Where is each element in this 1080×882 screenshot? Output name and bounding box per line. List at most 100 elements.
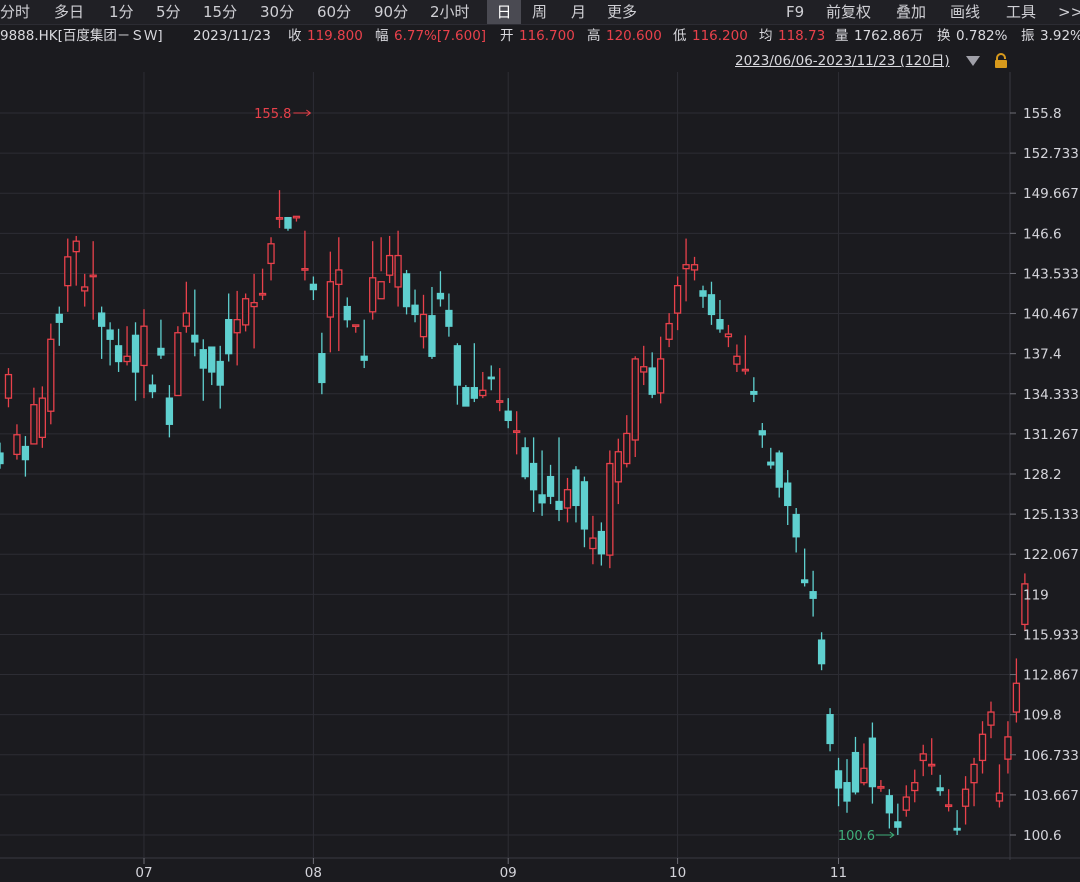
overlay-button[interactable]: 叠加 bbox=[896, 0, 932, 24]
candle bbox=[335, 237, 343, 352]
candle-body bbox=[369, 277, 377, 313]
candle bbox=[775, 450, 783, 498]
tools-button[interactable]: 工具 bbox=[1006, 0, 1042, 24]
quote-date: 2023/11/23 bbox=[193, 28, 271, 44]
candle bbox=[978, 721, 987, 774]
y-tick-label: 134.333 bbox=[1023, 387, 1079, 403]
candle bbox=[546, 464, 555, 505]
candle bbox=[724, 324, 733, 348]
period-tab-90min[interactable]: 90分 bbox=[374, 0, 416, 24]
y-tick-label: 152.733 bbox=[1023, 146, 1079, 162]
candle bbox=[208, 346, 216, 386]
candle bbox=[750, 377, 758, 403]
low-annotation-label: 100.6 bbox=[838, 829, 875, 844]
period-tab-day[interactable]: 日 bbox=[487, 0, 521, 24]
f9-button[interactable]: F9 bbox=[786, 0, 810, 24]
candle-body bbox=[1004, 736, 1012, 760]
candle-body bbox=[640, 366, 648, 373]
candle bbox=[953, 810, 961, 835]
volume-label: 量 bbox=[835, 28, 849, 44]
candle bbox=[131, 322, 140, 401]
adjust-button[interactable]: 前复权 bbox=[826, 0, 880, 24]
period-tab-more[interactable]: 更多 bbox=[607, 0, 647, 24]
candle bbox=[589, 515, 597, 565]
high-label: 高 bbox=[587, 28, 601, 44]
candle bbox=[326, 251, 334, 353]
candlestick-chart[interactable]: 155.8 152.733 149.667 146.6 143.533 140.467 13… bbox=[0, 72, 1080, 882]
candle-body bbox=[402, 273, 411, 308]
candle-body bbox=[174, 332, 182, 397]
candle-body bbox=[589, 537, 597, 550]
candle bbox=[496, 368, 504, 412]
period-tab-week[interactable]: 周 bbox=[532, 0, 554, 24]
close-label: 收 bbox=[288, 28, 302, 44]
y-tick-label: 115.933 bbox=[1023, 627, 1079, 643]
period-tab-5min[interactable]: 5分 bbox=[156, 0, 188, 24]
candle-body bbox=[784, 482, 792, 507]
candle bbox=[623, 415, 631, 468]
candle bbox=[4, 368, 13, 408]
candle bbox=[597, 522, 606, 566]
candle-body bbox=[648, 367, 656, 395]
candle-body bbox=[919, 753, 927, 762]
period-tab-30min[interactable]: 30分 bbox=[260, 0, 302, 24]
candle-body bbox=[563, 489, 572, 509]
candle-body bbox=[817, 639, 826, 665]
candle-body bbox=[961, 788, 970, 807]
dropdown-triangle-icon[interactable] bbox=[966, 56, 980, 66]
period-tab-15min[interactable]: 15分 bbox=[203, 0, 245, 24]
candle-body bbox=[47, 338, 55, 412]
y-tick-label: 109.8 bbox=[1023, 708, 1062, 724]
candle-body bbox=[21, 445, 30, 461]
candle bbox=[580, 476, 589, 548]
candle-body bbox=[165, 397, 174, 425]
period-tab-2hour[interactable]: 2小时 bbox=[430, 0, 480, 24]
volume-value: 1762.86万 bbox=[854, 28, 924, 44]
candle-body bbox=[699, 290, 707, 297]
high-value: 120.600 bbox=[606, 28, 662, 44]
candle bbox=[225, 293, 233, 362]
candle-body bbox=[250, 302, 258, 308]
candle bbox=[970, 757, 978, 807]
candle-body bbox=[767, 461, 775, 466]
high-annotation-label: 155.8 bbox=[254, 107, 291, 122]
candle bbox=[123, 326, 131, 366]
candle bbox=[89, 241, 97, 320]
period-tab-multiday[interactable]: 多日 bbox=[54, 0, 94, 24]
candle bbox=[462, 385, 470, 407]
y-tick-label: 149.667 bbox=[1023, 186, 1079, 202]
candle bbox=[352, 324, 360, 333]
candle-body bbox=[843, 782, 851, 802]
period-tab-month[interactable]: 月 bbox=[571, 0, 593, 24]
y-tick-label: 112.867 bbox=[1023, 668, 1079, 684]
candle-body bbox=[657, 358, 665, 394]
date-range-selector[interactable]: 2023/06/06-2023/11/23 (120日) bbox=[735, 50, 950, 72]
candle-body bbox=[597, 530, 606, 555]
candle-body bbox=[690, 264, 699, 271]
candle bbox=[690, 256, 699, 281]
y-tick-label: 143.533 bbox=[1023, 266, 1079, 282]
x-tick-label: 10 bbox=[669, 865, 686, 881]
candle bbox=[733, 344, 741, 372]
period-tab-intraday[interactable]: 分时 bbox=[0, 0, 40, 24]
candle bbox=[902, 785, 910, 817]
candle-body bbox=[868, 737, 877, 788]
open-label: 开 bbox=[500, 28, 514, 44]
period-tab-1min[interactable]: 1分 bbox=[109, 0, 141, 24]
candle bbox=[309, 276, 318, 301]
candle-body bbox=[267, 243, 275, 265]
candle bbox=[928, 738, 936, 775]
candle bbox=[64, 238, 72, 312]
expand-button[interactable]: >> bbox=[1058, 0, 1080, 24]
candle bbox=[538, 450, 546, 516]
candle-body bbox=[504, 410, 512, 422]
candle-body bbox=[30, 404, 38, 445]
candle bbox=[55, 306, 63, 346]
draw-button[interactable]: 画线 bbox=[950, 0, 986, 24]
candle bbox=[767, 447, 775, 469]
lock-icon[interactable] bbox=[993, 53, 1009, 69]
open-value: 116.700 bbox=[519, 28, 575, 44]
candle bbox=[673, 276, 682, 331]
period-tab-60min[interactable]: 60分 bbox=[317, 0, 359, 24]
x-tick-label: 09 bbox=[500, 865, 517, 881]
